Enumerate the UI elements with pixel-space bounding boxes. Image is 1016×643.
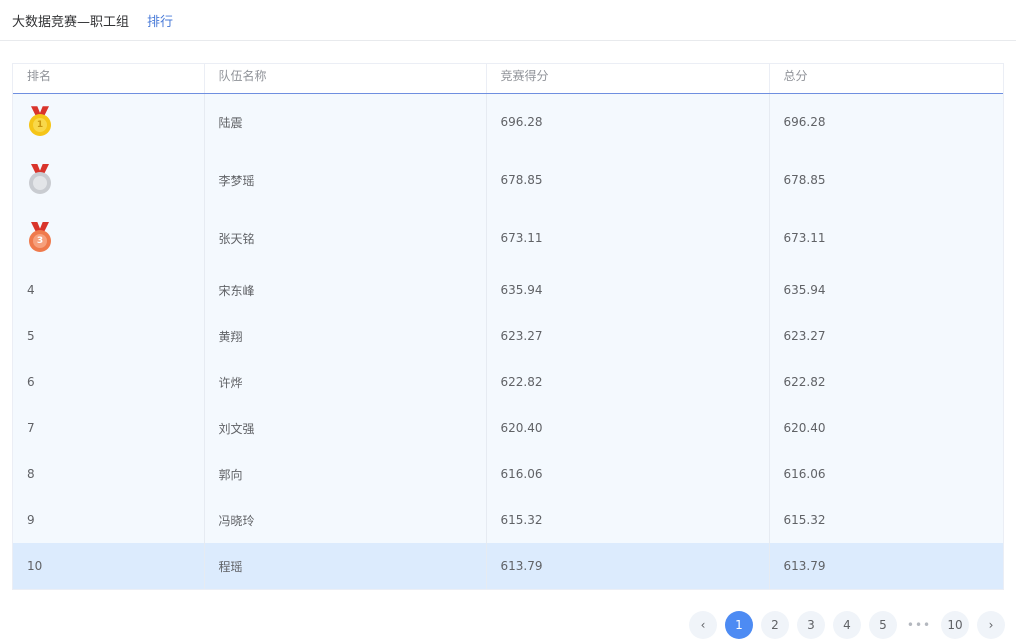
team-name-cell: 黄翔 [204, 313, 487, 359]
page-header: 大数据竞赛—职工组 排行 [0, 0, 1016, 41]
score-cell: 615.32 [486, 497, 770, 543]
total-cell: 635.94 [783, 283, 826, 297]
table-row[interactable]: 6 许烨 622.82 622.82 [13, 359, 1003, 405]
score-cell: 620.40 [486, 405, 770, 451]
bronze-medal-icon: 3 [27, 222, 53, 254]
column-header-rank[interactable]: 排名 [13, 64, 205, 94]
rank-cell: 7 [13, 405, 205, 451]
table-row[interactable]: 1 陆震 696.28 696.28 [13, 93, 1003, 151]
total-cell: 620.40 [783, 421, 826, 435]
page-button-4[interactable]: 4 [833, 611, 861, 639]
breadcrumb-ranking[interactable]: 排行 [147, 11, 173, 30]
team-name-cell: 陆震 [204, 93, 487, 151]
score-cell: 622.82 [486, 359, 770, 405]
table-row[interactable]: 3 张天铭 673.11 673.11 [13, 209, 1003, 267]
silver-medal-icon [27, 164, 53, 196]
rank-cell: 4 [13, 267, 205, 313]
score-cell: 696.28 [486, 93, 770, 151]
rank-cell: 1 [13, 93, 205, 151]
score-cell: 616.06 [486, 451, 770, 497]
pagination-ellipsis[interactable]: ••• [905, 611, 933, 639]
rank-cell: 6 [13, 359, 205, 405]
total-cell: 615.32 [783, 513, 826, 527]
team-name-cell: 程瑶 [204, 543, 487, 589]
team-name-cell: 许烨 [204, 359, 487, 405]
score-cell: 678.85 [486, 151, 770, 209]
score-cell: 613.79 [486, 543, 770, 589]
team-name-cell: 张天铭 [204, 209, 487, 267]
total-cell: 673.11 [783, 231, 826, 245]
team-name-cell: 李梦瑶 [204, 151, 487, 209]
table-row[interactable]: 7 刘文强 620.40 620.40 [13, 405, 1003, 451]
score-cell: 673.11 [486, 209, 770, 267]
team-name-cell: 宋东峰 [204, 267, 487, 313]
page-button-3[interactable]: 3 [797, 611, 825, 639]
gold-medal-icon: 1 [27, 106, 53, 138]
table-row[interactable]: 4 宋东峰 635.94 635.94 [13, 267, 1003, 313]
total-cell: 616.06 [783, 467, 826, 481]
total-cell: 696.28 [783, 115, 826, 130]
ranking-table: 排名 队伍名称 竞赛得分 总分 1 陆震 696.28 696.28 李梦瑶 678.85… [12, 63, 1004, 590]
rank-cell: 10 [13, 543, 205, 589]
team-name-cell: 刘文强 [204, 405, 487, 451]
table-row[interactable]: 5 黄翔 623.27 623.27 [13, 313, 1003, 359]
table-header-row: 排名 队伍名称 竞赛得分 总分 [13, 64, 1003, 94]
total-cell: 623.27 [783, 329, 826, 343]
total-cell: 622.82 [783, 375, 826, 389]
score-cell: 623.27 [486, 313, 770, 359]
next-page-button[interactable]: › [977, 611, 1005, 639]
table-row[interactable]: 李梦瑶 678.85 678.85 [13, 151, 1003, 209]
team-name-cell: 冯晓玲 [204, 497, 487, 543]
column-header-total[interactable]: 总分 [769, 64, 1003, 94]
table-row[interactable]: 10 程瑶 613.79 613.79 [13, 543, 1003, 589]
page-title: 大数据竞赛—职工组 [12, 14, 130, 30]
rank-cell: 8 [13, 451, 205, 497]
page-button-5[interactable]: 5 [869, 611, 897, 639]
score-cell: 635.94 [486, 267, 770, 313]
prev-page-button[interactable]: ‹ [689, 611, 717, 639]
column-header-score[interactable]: 竞赛得分 [486, 64, 770, 94]
page-button-10[interactable]: 10 [941, 611, 969, 639]
rank-cell [13, 151, 205, 209]
page-button-2[interactable]: 2 [761, 611, 789, 639]
team-name-cell: 郭向 [204, 451, 487, 497]
column-header-team[interactable]: 队伍名称 [204, 64, 487, 94]
pagination: ‹ 1 2 3 4 5 ••• 10 › [689, 611, 1005, 639]
table-row[interactable]: 8 郭向 616.06 616.06 [13, 451, 1003, 497]
page-button-1[interactable]: 1 [725, 611, 753, 639]
total-cell: 678.85 [783, 173, 826, 187]
rank-cell: 3 [13, 209, 205, 267]
total-cell: 613.79 [769, 543, 1003, 589]
rank-cell: 5 [13, 313, 205, 359]
rank-cell: 9 [13, 497, 205, 543]
table-row[interactable]: 9 冯晓玲 615.32 615.32 [13, 497, 1003, 543]
